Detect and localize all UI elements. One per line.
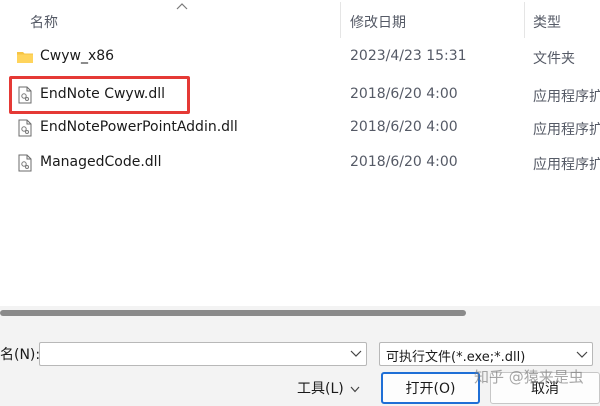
folder-icon [17,52,33,63]
file-row-folder[interactable]: Cwyw_x86 2023/4/23 15:31 文件夹 [0,40,600,74]
file-type-filter-select[interactable]: 可执行文件(*.exe;*.dll) [379,342,593,366]
column-divider[interactable] [524,2,525,38]
filename-input[interactable] [39,342,367,366]
tools-label: 工具(L) [297,381,344,397]
file-name: ManagedCode.dll [40,154,162,170]
dll-file-icon [18,119,32,137]
file-name: EndNotePowerPointAddin.dll [40,119,238,135]
chevron-down-icon[interactable] [350,350,362,358]
chevron-down-icon [350,386,360,392]
chevron-down-icon [576,351,588,358]
file-modified: 2018/6/20 4:00 [350,86,458,102]
watermark-text: 知乎 @猿来是虫 [474,368,584,386]
file-type: 应用程序扩展 [533,89,600,105]
filename-label: 名(N): [0,347,41,363]
open-button[interactable]: 打开(O) [381,372,480,404]
column-header-name[interactable]: 名称 [30,12,58,32]
file-type: 应用程序扩展 [533,122,600,138]
column-header-modified[interactable]: 修改日期 [350,12,406,32]
file-row-powerpoint-addin[interactable]: EndNotePowerPointAddin.dll 2018/6/20 4:0… [0,111,600,145]
column-header: 名称 修改日期 类型 [0,0,600,38]
scrollbar-thumb[interactable] [0,310,466,316]
sort-ascending-icon [176,3,188,10]
file-modified: 2023/4/23 15:31 [350,48,467,64]
file-modified: 2018/6/20 4:00 [350,119,458,135]
file-name: Cwyw_x86 [40,48,115,64]
horizontal-scrollbar[interactable] [0,306,600,318]
file-row-managed-code[interactable]: ManagedCode.dll 2018/6/20 4:00 应用程序扩展 [0,146,600,180]
filter-selected-value: 可执行文件(*.exe;*.dll) [386,350,526,365]
highlight-annotation-box [9,76,190,114]
file-type: 文件夹 [533,51,575,67]
dialog-footer: 名(N): 可执行文件(*.exe;*.dll) 工具(L) 打开(O) 取消 [0,306,600,406]
tools-menu-button[interactable]: 工具(L) [297,378,360,398]
file-modified: 2018/6/20 4:00 [350,154,458,170]
file-type: 应用程序扩展 [533,157,600,173]
column-divider[interactable] [340,2,341,38]
column-header-type[interactable]: 类型 [533,12,561,32]
dll-file-icon [18,154,32,172]
